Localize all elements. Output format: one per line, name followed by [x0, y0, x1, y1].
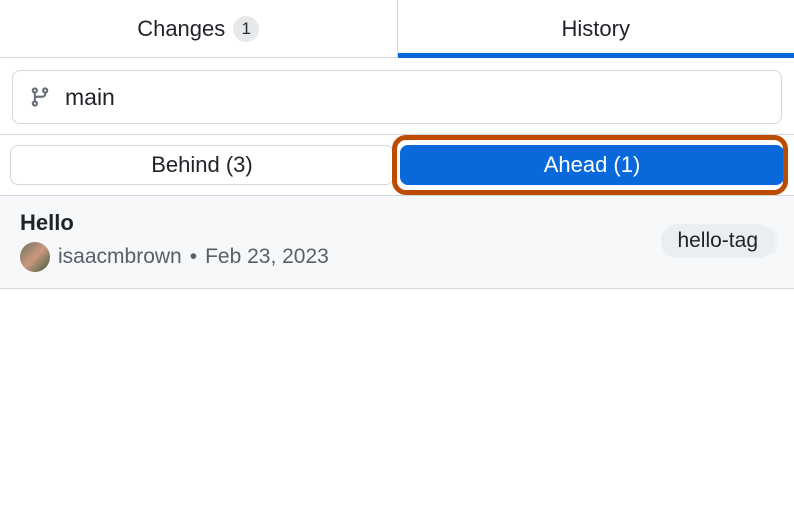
- avatar: [20, 242, 50, 272]
- commit-author: isaacmbrown: [58, 245, 182, 269]
- branch-name: main: [65, 84, 115, 111]
- commit-tag[interactable]: hello-tag: [661, 224, 774, 258]
- ahead-behind-toggle: Behind (3) Ahead (1): [0, 135, 794, 196]
- behind-button[interactable]: Behind (3): [10, 145, 394, 185]
- ahead-label: Ahead (1): [544, 152, 641, 178]
- commit-tag-label: hello-tag: [677, 229, 758, 252]
- git-branch-icon: [29, 86, 51, 108]
- meta-separator: •: [190, 245, 197, 269]
- behind-label: Behind (3): [151, 152, 253, 178]
- branch-bar: main: [0, 58, 794, 135]
- changes-count-badge: 1: [233, 16, 259, 42]
- commit-list-item[interactable]: Hello isaacmbrown • Feb 23, 2023 hello-t…: [0, 196, 794, 289]
- ahead-button[interactable]: Ahead (1): [400, 145, 784, 185]
- branch-selector[interactable]: main: [12, 70, 782, 124]
- commit-date: Feb 23, 2023: [205, 245, 329, 269]
- tab-history-label: History: [562, 16, 630, 42]
- commit-info: Hello isaacmbrown • Feb 23, 2023: [20, 210, 329, 272]
- tab-history[interactable]: History: [398, 0, 794, 57]
- commit-meta: isaacmbrown • Feb 23, 2023: [20, 242, 329, 272]
- commit-title: Hello: [20, 210, 329, 236]
- tab-changes[interactable]: Changes 1: [0, 0, 398, 57]
- tab-bar: Changes 1 History: [0, 0, 794, 58]
- tab-changes-label: Changes: [137, 16, 225, 42]
